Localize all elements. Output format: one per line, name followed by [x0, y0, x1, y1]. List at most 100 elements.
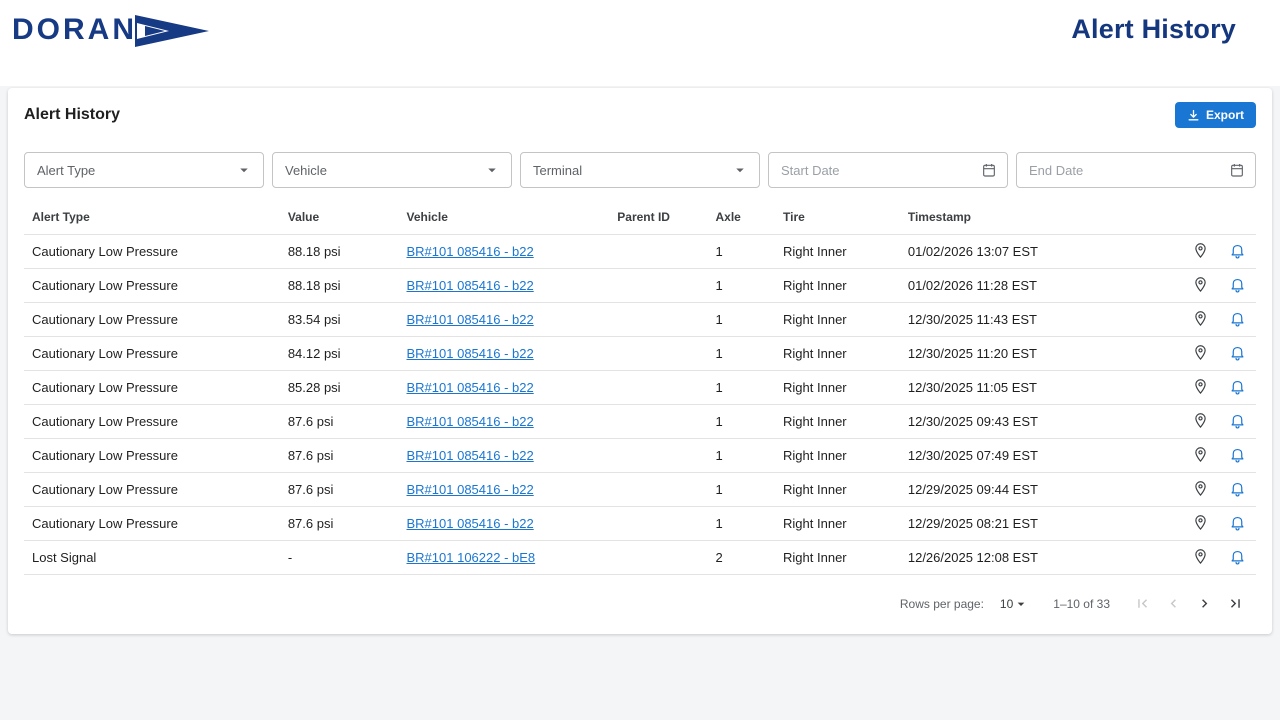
cell-parent-id	[609, 472, 708, 507]
alert-bell-icon[interactable]	[1229, 378, 1246, 395]
vehicle-link[interactable]: BR#101 085416 - b22	[407, 244, 534, 259]
vehicle-link[interactable]: BR#101 085416 - b22	[407, 482, 534, 497]
location-pin-icon[interactable]	[1192, 378, 1209, 395]
vehicle-link[interactable]: BR#101 085416 - b22	[407, 516, 534, 531]
cell-axle: 1	[707, 506, 776, 541]
vehicle-link[interactable]: BR#101 085416 - b22	[407, 312, 534, 327]
start-date-input[interactable]: Start Date	[768, 152, 1008, 188]
chevron-left-icon	[1170, 599, 1176, 608]
alert-bell-icon[interactable]	[1229, 344, 1246, 361]
cell-axle: 1	[707, 472, 776, 507]
cell-alert-action	[1219, 506, 1256, 541]
cell-axle: 1	[707, 404, 776, 439]
terminal-filter[interactable]: Terminal	[520, 152, 760, 188]
cell-parent-id	[609, 370, 708, 405]
cell-location-action	[1182, 438, 1220, 473]
rows-per-page-select[interactable]: 10	[1000, 596, 1029, 612]
location-pin-icon[interactable]	[1192, 514, 1209, 531]
cell-location-action	[1182, 302, 1220, 337]
cell-alert-action	[1219, 472, 1256, 507]
vehicle-filter[interactable]: Vehicle	[272, 152, 512, 188]
cell-tire: Right Inner	[775, 336, 900, 371]
col-location-actions	[1182, 200, 1219, 235]
last-page-button[interactable]	[1227, 595, 1244, 612]
export-button[interactable]: Export	[1174, 102, 1256, 128]
location-pin-icon[interactable]	[1192, 548, 1209, 565]
cell-location-action	[1182, 404, 1220, 439]
cell-location-action	[1182, 540, 1220, 575]
first-page-button[interactable]	[1134, 595, 1151, 612]
alert-bell-icon[interactable]	[1229, 514, 1246, 531]
cell-parent-id	[609, 540, 708, 575]
cell-value: 87.6 psi	[279, 404, 399, 439]
cell-alert-type: Cautionary Low Pressure	[24, 268, 280, 303]
location-pin-icon[interactable]	[1192, 480, 1209, 497]
panel-title: Alert History	[24, 106, 121, 123]
doran-logo-text: DORAN	[12, 13, 137, 46]
cell-location-action	[1182, 506, 1220, 541]
alert-bell-icon[interactable]	[1229, 276, 1246, 293]
cell-location-action	[1182, 472, 1220, 507]
pagination-bar: Rows per page: 10 1–10 of 33	[8, 575, 1272, 620]
cell-parent-id	[609, 506, 708, 541]
cell-timestamp: 12/29/2025 08:21 EST	[899, 506, 1183, 541]
vehicle-link[interactable]: BR#101 106222 - bE8	[407, 550, 536, 565]
alert-type-filter[interactable]: Alert Type	[24, 152, 264, 188]
cell-value: 87.6 psi	[279, 438, 399, 473]
next-page-button[interactable]	[1196, 595, 1213, 612]
location-pin-icon[interactable]	[1192, 446, 1209, 463]
cell-timestamp: 12/30/2025 11:20 EST	[899, 336, 1183, 371]
alert-bell-icon[interactable]	[1229, 480, 1246, 497]
export-button-label: Export	[1205, 108, 1244, 122]
card-header: Alert History Export	[8, 88, 1272, 142]
col-value: Value	[287, 210, 320, 224]
cell-timestamp: 01/02/2026 13:07 EST	[899, 234, 1183, 269]
cell-parent-id	[609, 404, 708, 439]
vehicle-link[interactable]: BR#101 085416 - b22	[407, 278, 534, 293]
alert-bell-icon[interactable]	[1229, 310, 1246, 327]
cell-timestamp: 12/30/2025 11:05 EST	[899, 370, 1183, 405]
vehicle-filter-label: Vehicle	[285, 162, 327, 178]
vehicle-link[interactable]: BR#101 085416 - b22	[407, 346, 534, 361]
alert-bell-icon[interactable]	[1229, 446, 1246, 463]
cell-timestamp: 12/29/2025 09:44 EST	[899, 472, 1183, 507]
rows-per-page-value: 10	[999, 596, 1014, 611]
cell-tire: Right Inner	[775, 370, 900, 405]
vehicle-link[interactable]: BR#101 085416 - b22	[407, 414, 534, 429]
first-page-icon	[1138, 599, 1148, 608]
vehicle-link[interactable]: BR#101 085416 - b22	[407, 380, 534, 395]
cell-vehicle: BR#101 106222 - bE8	[398, 540, 610, 575]
alert-bell-icon[interactable]	[1229, 548, 1246, 565]
cell-tire: Right Inner	[775, 234, 900, 269]
cell-timestamp: 12/30/2025 11:43 EST	[899, 302, 1183, 337]
rows-per-page-label: Rows per page:	[899, 596, 984, 611]
cell-value: -	[279, 540, 399, 575]
previous-page-button[interactable]	[1165, 595, 1182, 612]
end-date-input[interactable]: End Date	[1016, 152, 1256, 188]
cell-location-action	[1182, 234, 1220, 269]
alert-bell-icon[interactable]	[1229, 242, 1246, 259]
cell-tire: Right Inner	[775, 404, 900, 439]
calendar-icon	[981, 162, 997, 178]
cell-timestamp: 12/30/2025 07:49 EST	[899, 438, 1183, 473]
doran-logo[interactable]: DORAN	[12, 12, 213, 48]
cell-location-action	[1182, 336, 1220, 371]
cell-value: 83.54 psi	[279, 302, 399, 337]
col-alert-actions	[1219, 200, 1256, 235]
table-row: Cautionary Low Pressure 83.54 psi BR#101…	[24, 302, 1256, 337]
start-date-placeholder: Start Date	[781, 162, 840, 178]
alert-bell-icon[interactable]	[1229, 412, 1246, 429]
location-pin-icon[interactable]	[1192, 412, 1209, 429]
cell-location-action	[1182, 268, 1220, 303]
location-pin-icon[interactable]	[1192, 276, 1209, 293]
chevron-down-icon	[1017, 602, 1025, 606]
location-pin-icon[interactable]	[1192, 242, 1209, 259]
vehicle-link[interactable]: BR#101 085416 - b22	[407, 448, 534, 463]
location-pin-icon[interactable]	[1192, 344, 1209, 361]
cell-vehicle: BR#101 085416 - b22	[398, 336, 610, 371]
col-timestamp: Timestamp	[907, 210, 971, 224]
cell-timestamp: 12/26/2025 12:08 EST	[899, 540, 1183, 575]
cell-alert-type: Cautionary Low Pressure	[24, 302, 280, 337]
location-pin-icon[interactable]	[1192, 310, 1209, 327]
cell-alert-type: Cautionary Low Pressure	[24, 336, 280, 371]
